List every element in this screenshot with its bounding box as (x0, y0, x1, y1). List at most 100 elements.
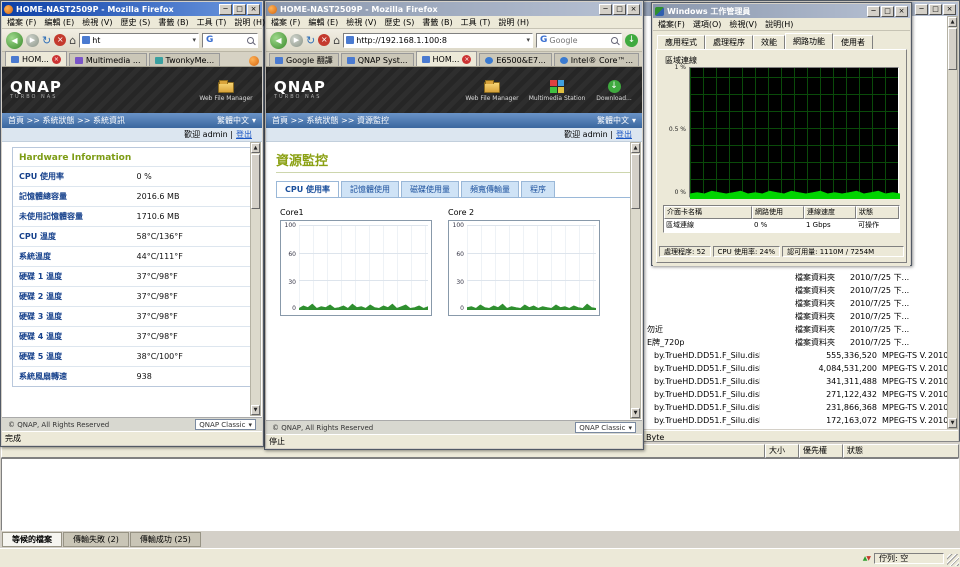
menu-item[interactable]: 說明 (H) (498, 17, 529, 28)
folder-name[interactable]: E牌_720p (647, 336, 793, 349)
firefox-icon[interactable] (249, 56, 259, 66)
menu-item[interactable]: 歷史 (S) (121, 17, 151, 28)
close-button[interactable]: × (943, 3, 956, 15)
adapter-row[interactable]: 區域連線 0 % 1 Gbps 可操作 (664, 219, 899, 232)
scroll-up-icon[interactable]: ▲ (251, 143, 260, 153)
browser-tab[interactable]: Google 翻譯 (269, 53, 339, 66)
shortcut-multimedia-station[interactable]: Multimedia Station (529, 79, 585, 102)
menu-item[interactable]: 檔案 (F) (271, 17, 300, 28)
forward-button[interactable]: ▶ (290, 33, 303, 47)
minimize-button[interactable]: ─ (219, 3, 232, 15)
menu-item[interactable]: 說明(H) (765, 19, 793, 30)
back-button[interactable]: ◀ (270, 31, 287, 49)
url-input[interactable] (92, 34, 191, 46)
column-network-usage[interactable]: 網路使用 (752, 206, 804, 219)
url-dropdown-icon[interactable]: ▾ (526, 36, 530, 44)
firefox-window-system-info[interactable]: HOME-NAST2509P - Mozilla Firefox ─ □ × 檔… (0, 0, 265, 447)
stop-button[interactable]: × (54, 34, 67, 46)
address-bar[interactable]: ▾ (79, 32, 199, 48)
shortcut-web-file-manager[interactable]: Web File Manager (198, 79, 254, 102)
search-box[interactable]: G (202, 32, 258, 48)
menu-item[interactable]: 編輯 (E) (308, 17, 338, 28)
adapter-table[interactable]: 介面卡名稱 網路使用 連線速度 狀態 區域連線 0 % 1 Gbps 可操作 (663, 205, 900, 233)
address-bar[interactable]: ▾ (343, 32, 533, 48)
column-state[interactable]: 狀態 (856, 206, 899, 219)
menu-item[interactable]: 工具 (T) (461, 17, 491, 28)
queue-column-size[interactable]: 大小 (765, 444, 799, 458)
scroll-down-icon[interactable]: ▼ (948, 418, 957, 428)
maximize-button[interactable]: □ (233, 3, 246, 15)
browser-tab-active[interactable]: HOM... × (415, 51, 478, 66)
language-selector[interactable]: 繁體中文 ▾ (597, 115, 636, 126)
browser-tab[interactable]: E6500&E7... (479, 53, 552, 66)
menu-item[interactable]: 書籤 (B) (158, 17, 188, 28)
scroll-up-icon[interactable]: ▲ (948, 17, 957, 27)
tab-cpu-usage[interactable]: CPU 使用率 (276, 181, 340, 197)
shortcut-download-station[interactable]: ↓ Download... (594, 79, 634, 102)
tab-applications[interactable]: 應用程式 (657, 35, 705, 49)
menu-item[interactable]: 歷史 (S) (385, 17, 415, 28)
page-scrollbar[interactable]: ▲ ▼ (250, 142, 261, 416)
logout-link[interactable]: 登出 (616, 129, 632, 140)
reload-button[interactable]: ↻ (306, 35, 315, 46)
file-name[interactable]: by.TrueHD.DD51.F_Silu.disk5.ts (654, 401, 760, 414)
tab-queued-files[interactable]: 等候的檔案 (2, 532, 62, 547)
menu-item[interactable]: 說明 (H) (234, 17, 265, 28)
task-manager-title-bar[interactable]: Windows 工作管理員 ─ □ × (653, 4, 910, 18)
menu-item[interactable]: 編輯 (E) (44, 17, 74, 28)
transfer-queue-app[interactable]: 大小 優先權 狀態 等候的檔案 傳輸失敗 (2) 傳輸成功 (25) ▲▼ 佇列… (0, 441, 960, 567)
file-name[interactable]: by.TrueHD.DD51.F_Silu.disk2.ts (654, 362, 760, 375)
menu-item[interactable]: 檢視 (V) (346, 17, 376, 28)
tab-failed-transfers[interactable]: 傳輸失敗 (2) (63, 532, 129, 547)
scroll-down-icon[interactable]: ▼ (251, 405, 260, 415)
home-button[interactable]: ⌂ (333, 35, 340, 46)
tab-successful-transfers[interactable]: 傳輸成功 (25) (129, 532, 201, 547)
language-selector[interactable]: 繁體中文 ▾ (217, 115, 256, 126)
breadcrumb[interactable]: 首頁 >> 系統狀態 >> 系統資訊 (8, 115, 125, 126)
menu-item[interactable]: 選項(O) (693, 19, 722, 30)
scrollbar-thumb[interactable] (251, 154, 260, 209)
home-button[interactable]: ⌂ (69, 35, 76, 46)
tab-memory-usage[interactable]: 記憶體使用 (341, 181, 400, 197)
tab-performance[interactable]: 效能 (753, 35, 785, 49)
firefox-title-bar[interactable]: HOME-NAST2509P - Mozilla Firefox ─ □ × (266, 2, 642, 16)
queue-column-status[interactable]: 狀態 (843, 444, 959, 458)
tab-bandwidth[interactable]: 頻寬傳輸量 (461, 181, 520, 197)
menu-item[interactable]: 檔案(F) (658, 19, 685, 30)
tab-processes[interactable]: 處理程序 (705, 35, 753, 49)
skin-selector[interactable]: QNAP Classic ▾ (195, 419, 256, 430)
search-input[interactable] (549, 34, 609, 46)
firefox-window-resource-monitor[interactable]: HOME-NAST2509P - Mozilla Firefox ─ □ × 檔… (264, 0, 644, 450)
download-manager-icon[interactable]: ↓ (625, 33, 638, 47)
tab-close-icon[interactable]: × (51, 54, 61, 64)
menu-item[interactable]: 檢視 (V) (82, 17, 112, 28)
column-adapter-name[interactable]: 介面卡名稱 (664, 206, 752, 219)
forward-button[interactable]: ▶ (26, 33, 39, 47)
tab-process[interactable]: 程序 (521, 181, 556, 197)
firefox-title-bar[interactable]: HOME-NAST2509P - Mozilla Firefox ─ □ × (2, 2, 262, 16)
tab-disk-usage[interactable]: 磁碟使用量 (401, 181, 460, 197)
url-dropdown-icon[interactable]: ▾ (192, 36, 196, 44)
explorer-scrollbar[interactable]: ▲ ▼ (947, 16, 958, 429)
scroll-up-icon[interactable]: ▲ (631, 143, 640, 153)
minimize-button[interactable]: ─ (867, 5, 880, 17)
page-scrollbar[interactable]: ▲ ▼ (630, 142, 641, 419)
menu-item[interactable]: 檔案 (F) (7, 17, 36, 28)
column-link-speed[interactable]: 連線速度 (804, 206, 856, 219)
browser-tab[interactable]: Multimedia ... (68, 53, 147, 66)
scrollbar-thumb[interactable] (631, 154, 640, 209)
maximize-button[interactable]: □ (881, 5, 894, 17)
back-button[interactable]: ◀ (6, 31, 23, 49)
browser-tab-active[interactable]: HOM... × (5, 51, 67, 66)
scrollbar-thumb[interactable] (948, 28, 957, 70)
scroll-down-icon[interactable]: ▼ (631, 408, 640, 418)
search-box[interactable]: G (536, 32, 622, 48)
search-input[interactable] (215, 34, 245, 46)
stop-button[interactable]: × (318, 34, 331, 46)
menu-item[interactable]: 工具 (T) (197, 17, 227, 28)
maximize-button[interactable]: □ (613, 3, 626, 15)
close-button[interactable]: × (895, 5, 908, 17)
menu-item[interactable]: 檢視(V) (729, 19, 757, 30)
breadcrumb[interactable]: 首頁 >> 系統狀態 >> 資源監控 (272, 115, 389, 126)
tab-close-icon[interactable]: × (462, 54, 472, 64)
